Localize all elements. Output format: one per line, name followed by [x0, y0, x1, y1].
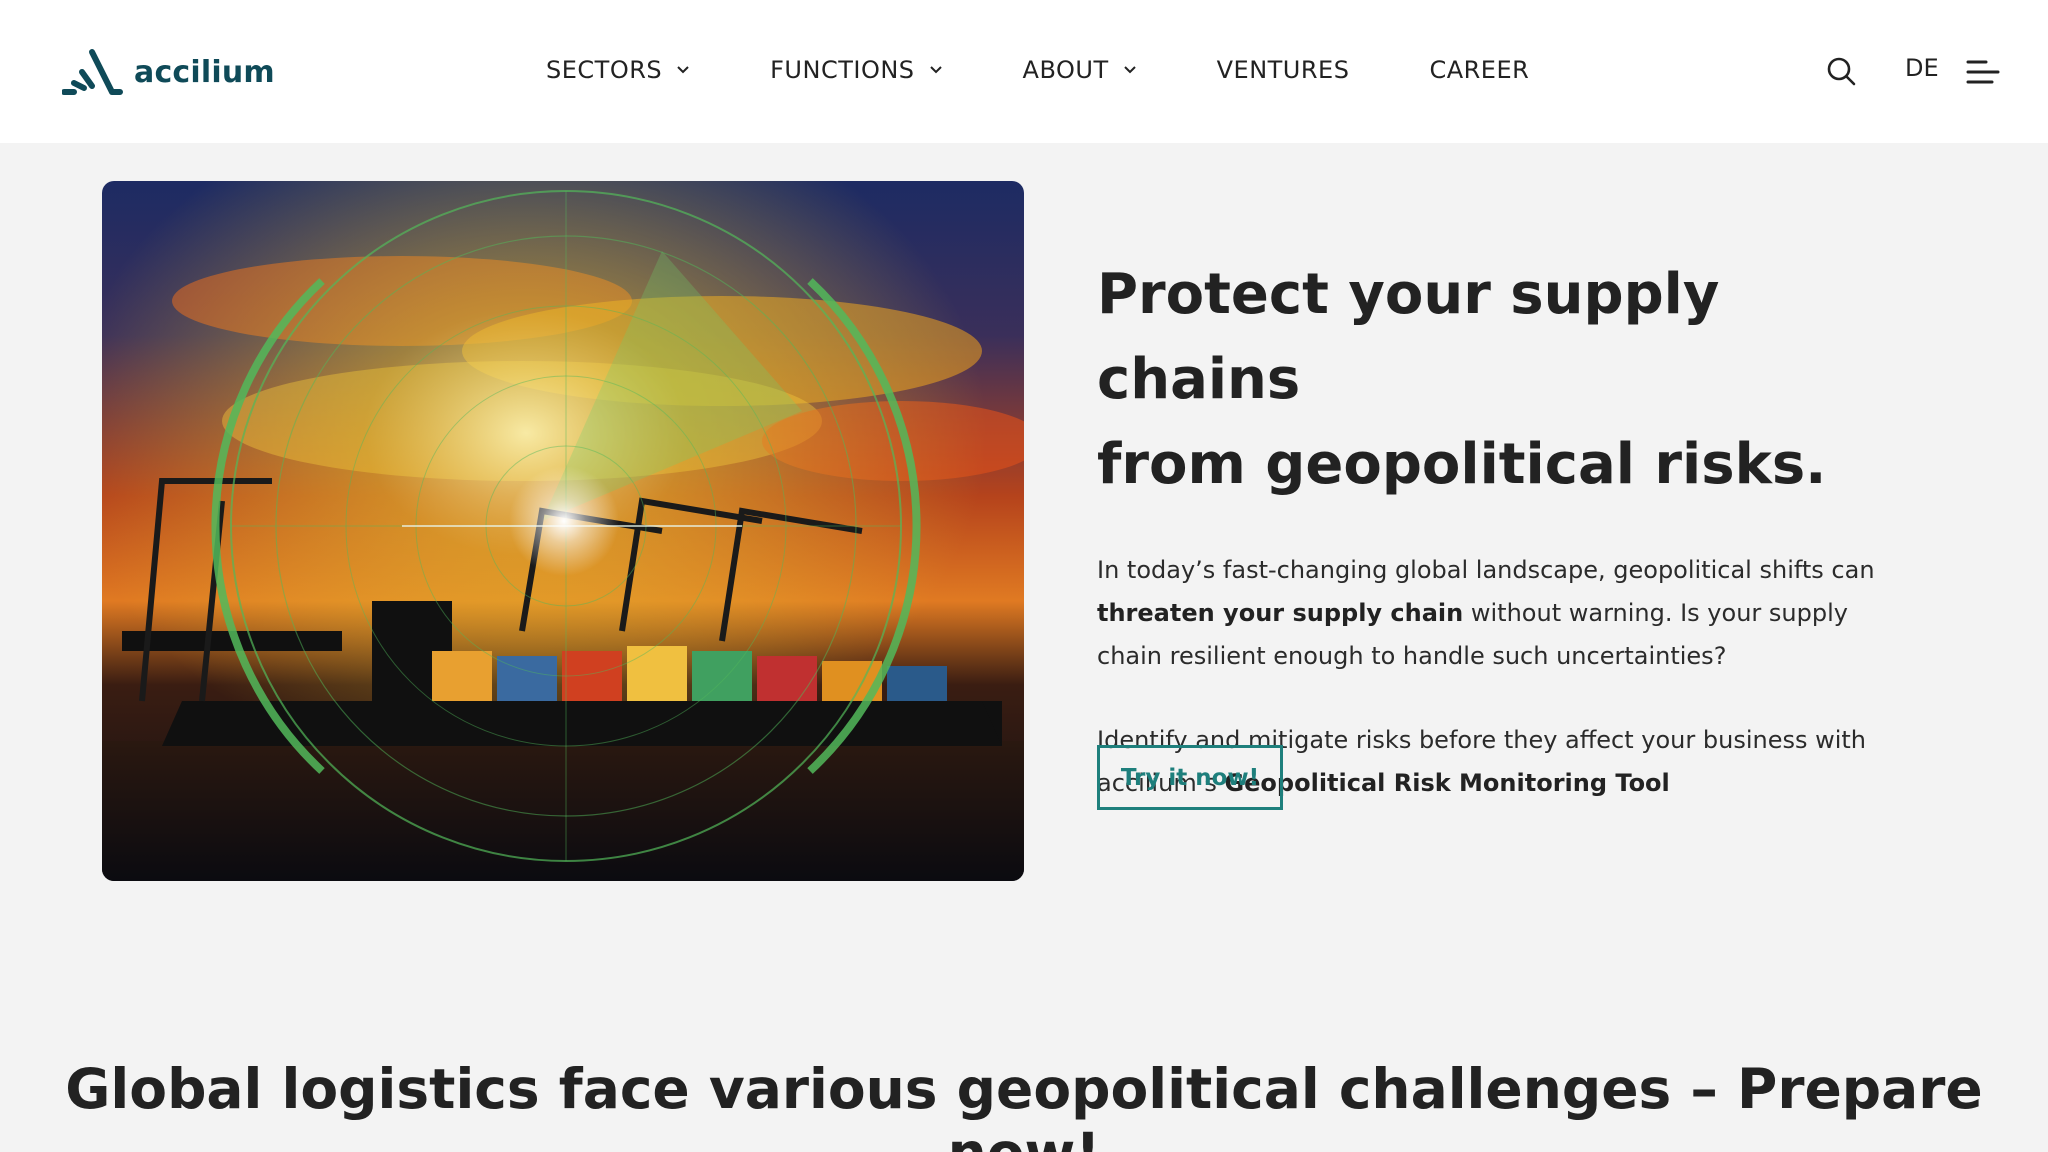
search-icon[interactable]: [1826, 56, 1856, 86]
language-switch[interactable]: DE: [1905, 54, 1939, 82]
chevron-down-icon: [929, 66, 942, 74]
hero-paragraph-1: In today’s fast-changing global landscap…: [1097, 549, 1897, 678]
hero-p2-bold: Geopolitical Risk Monitoring Tool: [1224, 769, 1670, 797]
menu-icon[interactable]: [1966, 58, 2000, 86]
radar-container-ship-image: [102, 181, 1024, 881]
nav-about[interactable]: ABOUT: [1023, 56, 1137, 84]
site-header: accilium SECTORS FUNCTIONS ABOUT VENTURE…: [0, 0, 2048, 143]
hero-image: [102, 181, 1024, 881]
hero-p1-pre: In today’s fast-changing global landscap…: [1097, 556, 1875, 584]
nav-functions[interactable]: FUNCTIONS: [770, 56, 942, 84]
nav-functions-label: FUNCTIONS: [770, 56, 915, 84]
nav-career[interactable]: CAREER: [1429, 56, 1529, 84]
section-title: Global logistics face various geopolitic…: [65, 1057, 1983, 1152]
try-it-now-button[interactable]: Try it now!: [1097, 745, 1283, 810]
nav-career-label: CAREER: [1429, 56, 1530, 84]
accilium-logo[interactable]: accilium: [62, 46, 275, 98]
hero-title-line2: from geopolitical risks.: [1097, 432, 1827, 497]
nav-sectors[interactable]: SECTORS: [546, 56, 690, 84]
hero-text: Protect your supply chains from geopolit…: [1097, 252, 1897, 805]
chevron-down-icon: [1123, 66, 1136, 74]
nav-ventures[interactable]: VENTURES: [1217, 56, 1350, 84]
hero-title-line1: Protect your supply chains: [1097, 262, 1720, 412]
nav-ventures-label: VENTURES: [1216, 56, 1350, 84]
nav-sectors-label: SECTORS: [546, 56, 663, 84]
hero-p1-bold: threaten your supply chain: [1097, 599, 1464, 627]
accilium-logo-mark: [62, 49, 123, 95]
main-nav: SECTORS FUNCTIONS ABOUT VENTURES CAREER: [546, 50, 1529, 90]
hero-title: Protect your supply chains from geopolit…: [1097, 252, 1897, 507]
logo-text: accilium: [134, 54, 275, 90]
chevron-down-icon: [677, 66, 689, 74]
nav-about-label: ABOUT: [1022, 56, 1109, 84]
